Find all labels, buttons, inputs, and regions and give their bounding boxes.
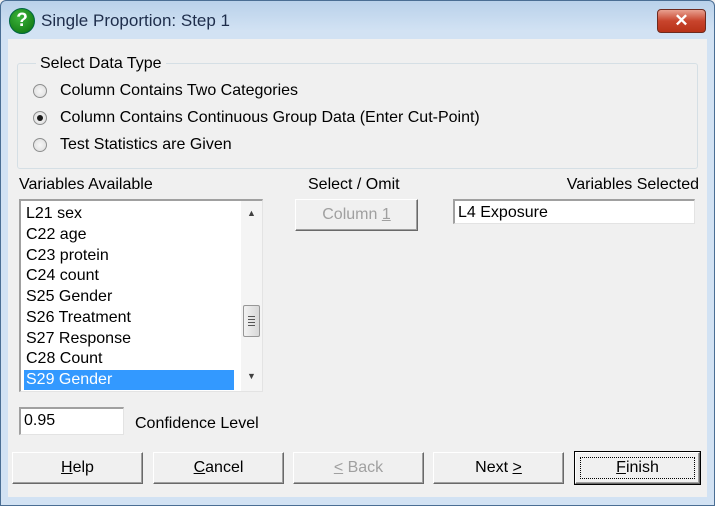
list-item-selected[interactable]: S29 Gender [24, 370, 234, 390]
radio-continuous-group-data[interactable]: Column Contains Continuous Group Data (E… [33, 108, 480, 128]
button-label: Next [475, 459, 513, 476]
button-accel: H [61, 459, 73, 476]
select-omit-label: Select / Omit [308, 176, 400, 193]
radio-button[interactable] [33, 138, 47, 152]
list-item[interactable]: L21 sex [24, 204, 234, 224]
help-question-icon: ? [9, 8, 35, 34]
list-item[interactable]: C28 Count [24, 349, 234, 369]
button-accel: < [333, 459, 344, 476]
scroll-thumb[interactable] [243, 305, 260, 337]
data-type-group-title: Select Data Type [36, 55, 166, 73]
radio-label: Test Statistics are Given [60, 136, 232, 153]
dialog-window: ? Single Proportion: Step 1 ✕ Select Dat… [0, 0, 715, 506]
button-accel: 1 [381, 206, 391, 223]
window-title: Single Proportion: Step 1 [41, 11, 231, 30]
close-icon: ✕ [674, 11, 689, 30]
radio-button[interactable] [33, 111, 47, 125]
list-item[interactable]: C24 count [24, 266, 234, 286]
confidence-level-input[interactable]: 0.95 [19, 407, 124, 435]
radio-label: Column Contains Continuous Group Data (E… [60, 109, 480, 126]
help-button[interactable]: Help [12, 452, 143, 484]
title-bar[interactable]: ? Single Proportion: Step 1 ✕ [1, 1, 714, 39]
button-label: Back [343, 459, 384, 476]
variables-available-list[interactable]: L21 sex C22 age C23 protein C24 count S2… [19, 199, 263, 392]
variables-selected-field[interactable]: L4 Exposure [453, 199, 695, 224]
radio-test-statistics[interactable]: Test Statistics are Given [33, 135, 232, 155]
scroll-down-arrow-icon[interactable]: ▼ [241, 367, 262, 385]
list-scrollbar[interactable]: ▲ ▼ [241, 201, 262, 391]
cancel-button[interactable]: Cancel [153, 452, 284, 484]
variables-available-label: Variables Available [19, 176, 153, 193]
radio-label: Column Contains Two Categories [60, 82, 299, 99]
radio-button[interactable] [33, 84, 47, 98]
button-label: ancel [205, 459, 244, 476]
dialog-body: Select Data Type Column Contains Two Cat… [8, 39, 707, 497]
back-button[interactable]: < Back [293, 452, 424, 484]
list-item[interactable]: S27 Response [24, 329, 234, 349]
button-accel: C [193, 459, 206, 476]
list-item[interactable]: C22 age [24, 225, 234, 245]
finish-button[interactable]: Finish [574, 451, 701, 485]
focus-rectangle [580, 457, 695, 479]
next-button[interactable]: Next > [433, 452, 564, 484]
column-select-button[interactable]: Column 1 [295, 199, 418, 231]
scroll-up-arrow-icon[interactable]: ▲ [241, 204, 262, 222]
button-accel: > [512, 459, 522, 476]
close-button[interactable]: ✕ [657, 9, 706, 33]
radio-two-categories[interactable]: Column Contains Two Categories [33, 81, 298, 101]
confidence-level-label: Confidence Level [135, 415, 259, 432]
button-label: Column [322, 206, 382, 223]
list-item[interactable]: C23 protein [24, 246, 234, 266]
list-item[interactable]: S26 Treatment [24, 308, 234, 328]
variables-selected-label: Variables Selected [566, 176, 699, 193]
button-label: elp [72, 459, 94, 476]
list-item[interactable]: S25 Gender [24, 287, 234, 307]
